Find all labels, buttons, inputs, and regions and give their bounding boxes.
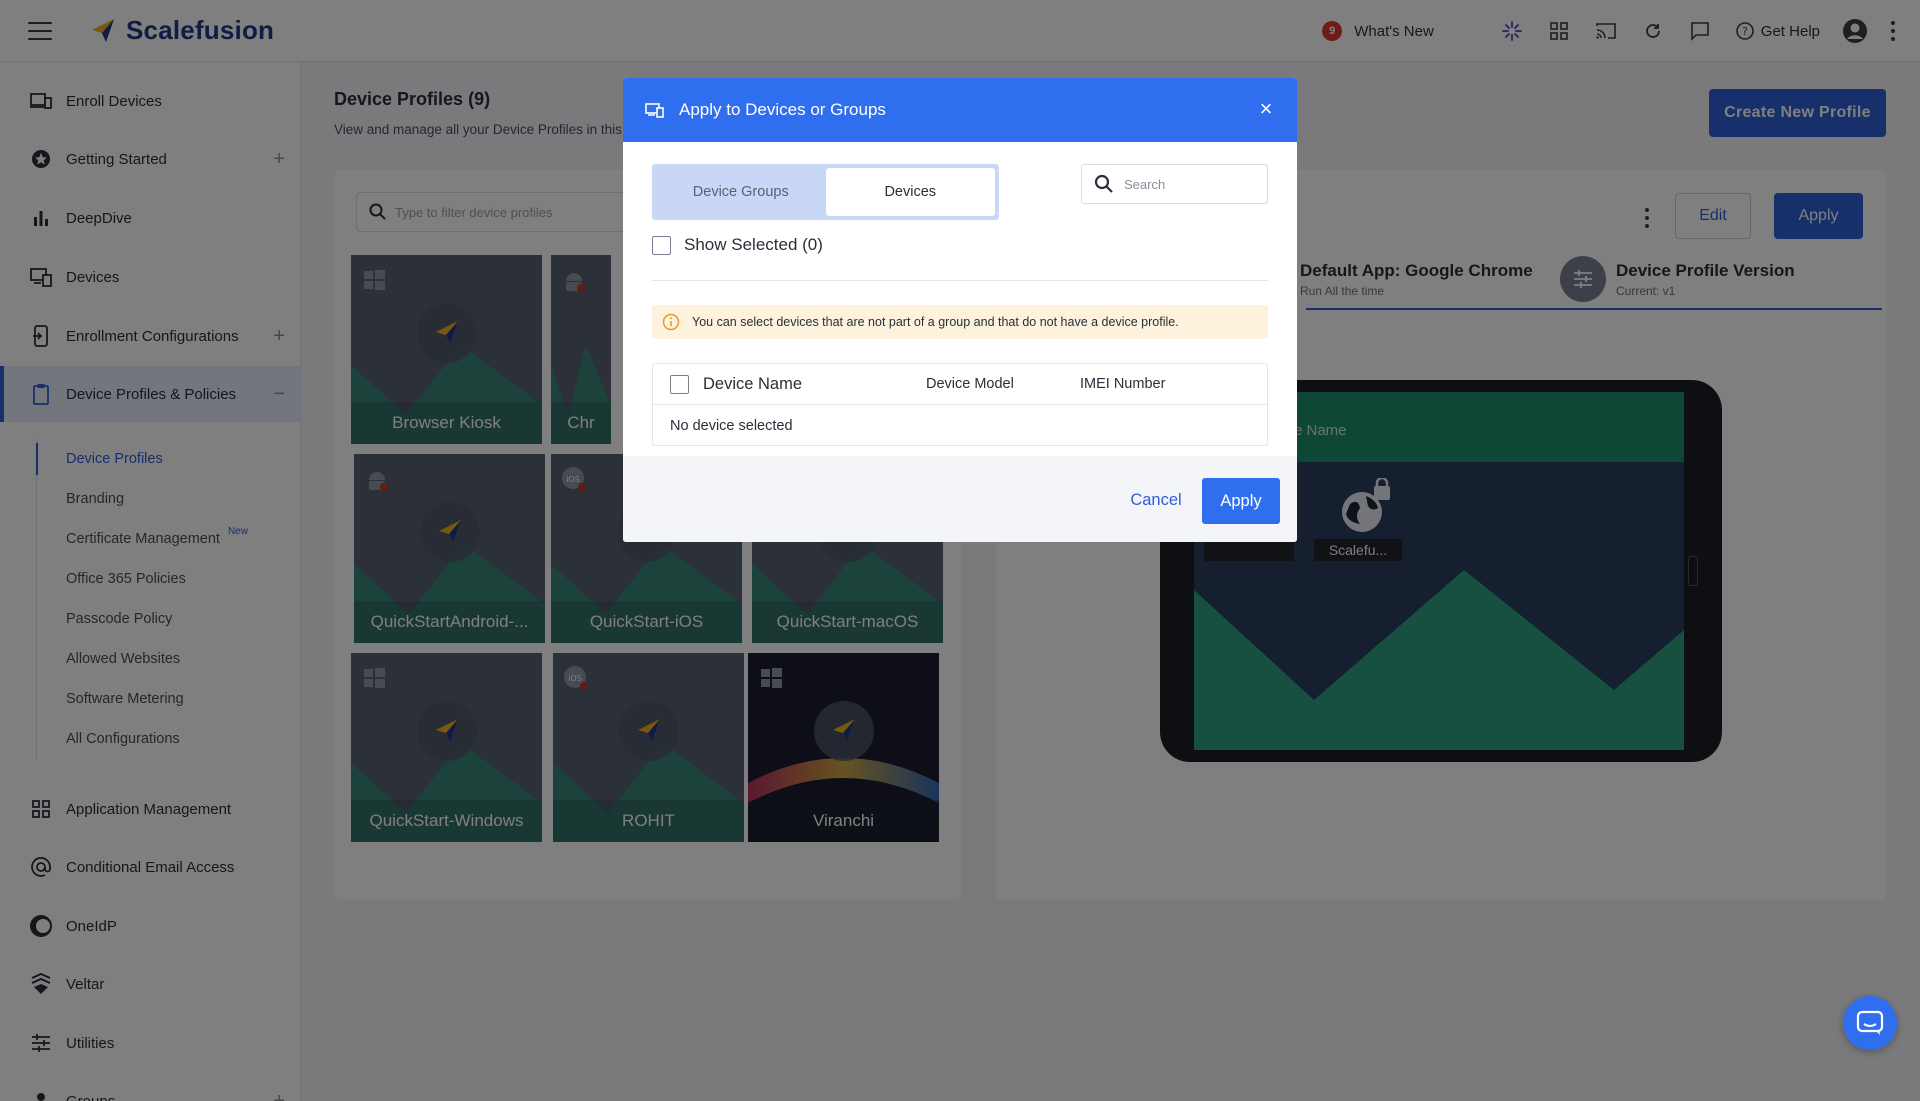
column-device-name[interactable]: Device Name bbox=[703, 375, 802, 394]
show-selected-label: Show Selected (0) bbox=[684, 235, 823, 254]
column-device-model[interactable]: Device Model bbox=[926, 376, 1014, 392]
apply-to-devices-modal: Apply to Devices or Groups × Device Grou… bbox=[623, 78, 1297, 542]
search-icon bbox=[1094, 174, 1113, 193]
select-all-checkbox[interactable] bbox=[670, 375, 689, 394]
search-placeholder: Search bbox=[1124, 176, 1166, 192]
apply-button[interactable]: Apply bbox=[1202, 478, 1280, 524]
modal-footer: Cancel Apply bbox=[623, 456, 1297, 542]
support-chat-button[interactable] bbox=[1843, 996, 1897, 1050]
empty-table-message: No device selected bbox=[670, 417, 793, 434]
tab-devices[interactable]: Devices bbox=[825, 168, 995, 216]
chat-bubble-icon bbox=[1856, 1010, 1884, 1035]
column-imei-number[interactable]: IMEI Number bbox=[1080, 376, 1165, 392]
devices-table-header: Device Name Device Model IMEI Number bbox=[653, 364, 1267, 405]
show-selected-toggle[interactable]: Show Selected (0) bbox=[652, 235, 823, 255]
info-message-banner: You can select devices that are not part… bbox=[652, 305, 1268, 339]
info-circle-icon bbox=[662, 313, 680, 331]
modal-header: Apply to Devices or Groups × bbox=[623, 78, 1297, 142]
cancel-button[interactable]: Cancel bbox=[1127, 478, 1185, 522]
info-message-text: You can select devices that are not part… bbox=[692, 315, 1179, 329]
modal-divider bbox=[652, 280, 1268, 281]
target-type-tabs: Device Groups Devices bbox=[652, 164, 999, 220]
show-selected-checkbox[interactable] bbox=[652, 235, 671, 255]
close-icon[interactable]: × bbox=[1255, 98, 1277, 120]
devices-table: Device Name Device Model IMEI Number No … bbox=[652, 363, 1268, 446]
device-search-input[interactable]: Search bbox=[1081, 164, 1268, 204]
tab-device-groups[interactable]: Device Groups bbox=[656, 168, 826, 216]
devices-icon bbox=[645, 103, 664, 118]
modal-title: Apply to Devices or Groups bbox=[679, 100, 886, 119]
